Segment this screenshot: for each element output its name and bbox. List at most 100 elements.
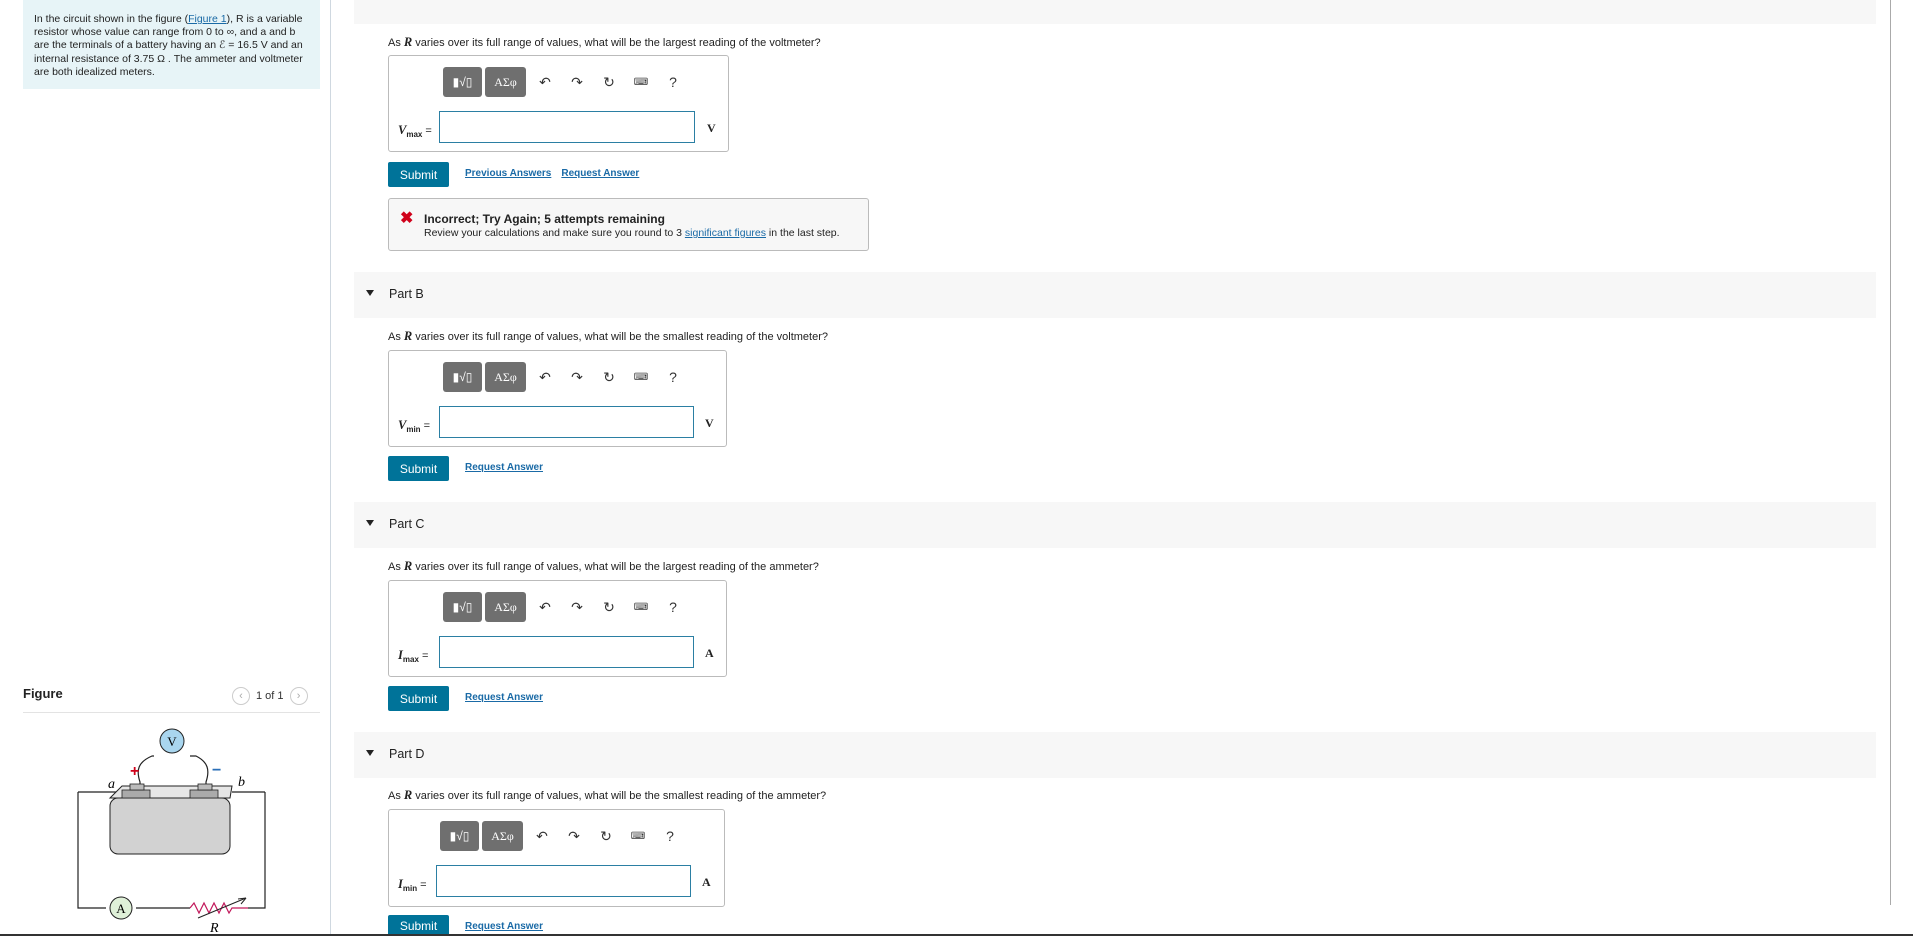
question-text: varies over its full range of values, wh…	[412, 561, 819, 573]
keyboard-icon[interactable]: ⌨	[625, 602, 657, 613]
battery-terminal-left	[121, 789, 151, 799]
part-b-question: As R varies over its full range of value…	[388, 329, 828, 344]
variable-resistor	[189, 901, 248, 915]
part-d-answer-box: ▮√▯ ΑΣφ ↶ ↷ ↻ ⌨ ? Imin = A	[388, 809, 725, 907]
figure-divider	[23, 712, 320, 713]
templates-button[interactable]: ▮√▯	[443, 362, 482, 392]
var-r: R	[403, 788, 413, 802]
imin-input[interactable]	[436, 865, 691, 897]
collapse-caret-icon	[366, 750, 374, 756]
figure-next-button[interactable]: ›	[289, 687, 308, 705]
symbols-button[interactable]: ΑΣφ	[482, 821, 523, 851]
redo-icon[interactable]: ↷	[561, 74, 593, 91]
part-b-header[interactable]: Part B	[354, 272, 1876, 318]
symbols-icon: ΑΣφ	[494, 599, 517, 614]
vmax-input[interactable]	[439, 111, 695, 143]
question-text: As	[388, 37, 404, 49]
part-title: Part C	[389, 517, 425, 531]
submit-button[interactable]: Submit	[388, 686, 449, 711]
problem-intro: In the circuit shown in the figure (Figu…	[23, 0, 320, 89]
redo-icon[interactable]: ↷	[561, 369, 593, 386]
math-toolbar: ▮√▯ ΑΣφ ↶ ↷ ↻ ⌨ ?	[443, 592, 689, 622]
imax-input[interactable]	[439, 636, 694, 668]
symbols-button[interactable]: ΑΣφ	[485, 67, 526, 97]
voltmeter-label: V	[167, 734, 177, 749]
templates-button[interactable]: ▮√▯	[443, 592, 482, 622]
figure-title: Figure	[23, 686, 63, 701]
help-icon[interactable]: ?	[657, 599, 689, 615]
intro-prefix: In the circuit shown in the figure (	[34, 13, 189, 25]
var-r: R	[403, 329, 413, 343]
unit-label: A	[705, 646, 714, 660]
reset-icon[interactable]: ↻	[593, 369, 625, 386]
part-a-header[interactable]	[354, 0, 1876, 24]
keyboard-icon[interactable]: ⌨	[625, 372, 657, 383]
equals-sign: =	[418, 650, 429, 662]
scrollbar[interactable]	[1890, 0, 1891, 905]
question-text: As	[388, 561, 404, 573]
reset-icon[interactable]: ↻	[590, 828, 622, 845]
keyboard-icon[interactable]: ⌨	[622, 831, 654, 842]
part-d-question: As R varies over its full range of value…	[388, 788, 826, 803]
plus-label: +	[130, 763, 139, 780]
symbols-button[interactable]: ΑΣφ	[485, 362, 526, 392]
math-toolbar: ▮√▯ ΑΣφ ↶ ↷ ↻ ⌨ ?	[440, 821, 686, 851]
keyboard-icon[interactable]: ⌨	[625, 77, 657, 88]
unit-label: V	[705, 416, 714, 430]
significant-figures-link[interactable]: significant figures	[685, 227, 766, 239]
templates-button[interactable]: ▮√▯	[443, 67, 482, 97]
part-b-links: Request Answer	[465, 462, 553, 473]
templates-button[interactable]: ▮√▯	[440, 821, 479, 851]
undo-icon[interactable]: ↶	[529, 599, 561, 616]
reset-icon[interactable]: ↻	[593, 599, 625, 616]
help-icon[interactable]: ?	[654, 828, 686, 844]
request-answer-link[interactable]: Request Answer	[465, 921, 543, 932]
question-text: varies over its full range of values, wh…	[412, 790, 827, 802]
redo-icon[interactable]: ↷	[558, 828, 590, 845]
error-x-icon: ✖	[400, 210, 414, 227]
question-text: varies over its full range of values, wh…	[412, 37, 821, 49]
left-panel: In the circuit shown in the figure (Figu…	[0, 0, 331, 936]
previous-answers-link[interactable]: Previous Answers	[465, 168, 551, 179]
templates-icon: ▮√▯	[452, 370, 473, 384]
terminal-post-left	[129, 783, 145, 791]
templates-icon: ▮√▯	[449, 829, 470, 843]
undo-icon[interactable]: ↶	[529, 74, 561, 91]
vmin-input[interactable]	[439, 406, 694, 438]
submit-button[interactable]: Submit	[388, 162, 449, 187]
answer-label: Imax =	[398, 648, 428, 664]
figure-prev-button[interactable]: ‹	[232, 687, 250, 705]
feedback-text-pre: Review your calculations and make sure y…	[424, 227, 685, 239]
figure-nav: ‹ 1 of 1 ›	[232, 687, 308, 705]
figure-counter: 1 of 1	[256, 690, 284, 702]
part-title: Part B	[389, 287, 424, 301]
submit-button[interactable]: Submit	[388, 915, 449, 936]
figure-link[interactable]: Figure 1	[188, 13, 227, 25]
request-answer-link[interactable]: Request Answer	[561, 168, 639, 179]
battery-body	[109, 797, 231, 855]
undo-icon[interactable]: ↶	[526, 828, 558, 845]
terminal-a-label: a	[108, 777, 115, 792]
undo-icon[interactable]: ↶	[529, 369, 561, 386]
part-a-question: As R varies over its full range of value…	[388, 35, 821, 50]
submit-button[interactable]: Submit	[388, 456, 449, 481]
reset-icon[interactable]: ↻	[593, 74, 625, 91]
circuit-figure: V + − a b A R	[77, 728, 266, 936]
help-icon[interactable]: ?	[657, 74, 689, 90]
part-d-header[interactable]: Part D	[354, 732, 1876, 778]
part-c-header[interactable]: Part C	[354, 502, 1876, 548]
question-text: varies over its full range of values, wh…	[412, 331, 829, 343]
unit-label: V	[707, 121, 716, 135]
help-icon[interactable]: ?	[657, 369, 689, 385]
feedback-text: Review your calculations and make sure y…	[424, 227, 840, 239]
redo-icon[interactable]: ↷	[561, 599, 593, 616]
templates-icon: ▮√▯	[452, 600, 473, 614]
request-answer-link[interactable]: Request Answer	[465, 462, 543, 473]
feedback-box: ✖ Incorrect; Try Again; 5 attempts remai…	[388, 198, 869, 251]
terminal-b-label: b	[238, 775, 245, 790]
subscript: min	[406, 425, 421, 435]
symbols-button[interactable]: ΑΣφ	[485, 592, 526, 622]
part-title: Part D	[389, 747, 425, 761]
terminal-post-right	[197, 783, 213, 791]
request-answer-link[interactable]: Request Answer	[465, 692, 543, 703]
